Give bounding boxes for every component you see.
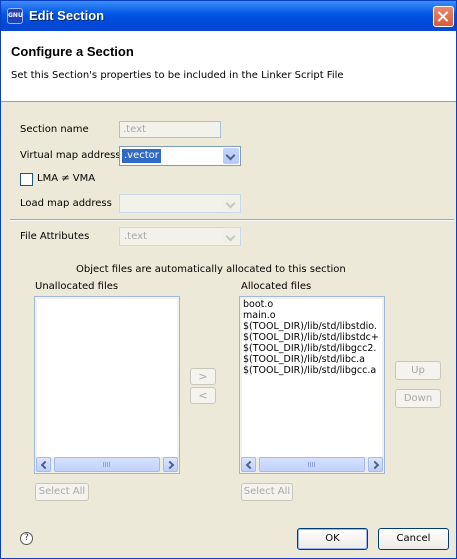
load-map-address-combo[interactable] (119, 194, 241, 213)
select-all-unallocated-button[interactable]: Select All (35, 483, 89, 501)
title-bar[interactable]: GNU Edit Section (1, 1, 456, 31)
virtual-map-address-label: Virtual map address (20, 150, 121, 161)
up-button[interactable]: Up (395, 361, 441, 380)
header-title: Configure a Section (11, 44, 134, 59)
scroll-thumb[interactable] (54, 457, 160, 472)
down-button[interactable]: Down (395, 389, 441, 408)
list-item[interactable]: $(TOOL_DIR)/lib/std/libgcc2. (242, 343, 382, 354)
close-icon[interactable] (433, 6, 454, 27)
list-item[interactable]: $(TOOL_DIR)/lib/std/libstdc+ (242, 332, 382, 343)
ok-button[interactable]: OK (297, 528, 368, 550)
virtual-map-address-value: .vector (122, 149, 161, 163)
help-icon[interactable]: ? (20, 532, 33, 545)
unallocated-hscrollbar[interactable] (36, 457, 178, 472)
list-item[interactable]: $(TOOL_DIR)/lib/std/libstdio. (242, 321, 382, 332)
separator (10, 219, 454, 221)
app-icon: GNU (7, 8, 23, 24)
header-description: Set this Section's properties to be incl… (11, 70, 344, 81)
chevron-down-icon[interactable] (223, 148, 239, 164)
list-item[interactable]: boot.o (242, 299, 382, 310)
file-attributes-combo[interactable]: .text (119, 227, 241, 246)
cancel-button[interactable]: Cancel (378, 528, 449, 550)
load-map-address-label: Load map address (20, 198, 112, 209)
select-all-allocated-button[interactable]: Select All (241, 483, 293, 501)
scroll-left-icon[interactable] (241, 457, 256, 472)
list-item[interactable]: $(TOOL_DIR)/lib/std/libc.a (242, 354, 382, 365)
unallocated-files-items (37, 299, 177, 457)
list-item[interactable]: main.o (242, 310, 382, 321)
unallocated-files-label: Unallocated files (35, 281, 119, 292)
file-attributes-label: File Attributes (20, 231, 90, 242)
load-map-address-value (122, 197, 126, 211)
edit-section-dialog: GNU Edit Section Configure a Section Set… (0, 0, 457, 559)
chevron-down-icon[interactable] (223, 196, 239, 211)
scroll-thumb[interactable] (259, 457, 365, 472)
lma-vma-label: LMA ≠ VMA (37, 173, 96, 184)
dialog-header: Configure a Section Set this Section's p… (1, 31, 456, 102)
scroll-right-icon[interactable] (368, 457, 383, 472)
virtual-map-address-combo[interactable]: .vector (119, 146, 241, 166)
section-name-field[interactable]: .text (119, 121, 221, 138)
move-left-button[interactable]: < (190, 387, 216, 404)
list-item[interactable]: $(TOOL_DIR)/lib/std/libgcc.a (242, 365, 382, 376)
allocated-hscrollbar[interactable] (241, 457, 383, 472)
scroll-right-icon[interactable] (163, 457, 178, 472)
allocation-note: Object files are automatically allocated… (76, 264, 346, 275)
section-name-label: Section name (20, 124, 89, 135)
lma-vma-checkbox[interactable] (20, 173, 33, 186)
unallocated-files-list[interactable] (34, 296, 180, 474)
allocated-files-list[interactable]: boot.o main.o $(TOOL_DIR)/lib/std/libstdio… (239, 296, 385, 474)
allocated-files-label: Allocated files (241, 281, 312, 292)
allocated-files-items: boot.o main.o $(TOOL_DIR)/lib/std/libstdio… (242, 299, 382, 457)
chevron-down-icon[interactable] (223, 229, 239, 244)
scroll-left-icon[interactable] (36, 457, 51, 472)
window-title: Edit Section (29, 8, 105, 23)
file-attributes-value: .text (124, 231, 147, 242)
move-right-button[interactable]: > (190, 368, 216, 385)
